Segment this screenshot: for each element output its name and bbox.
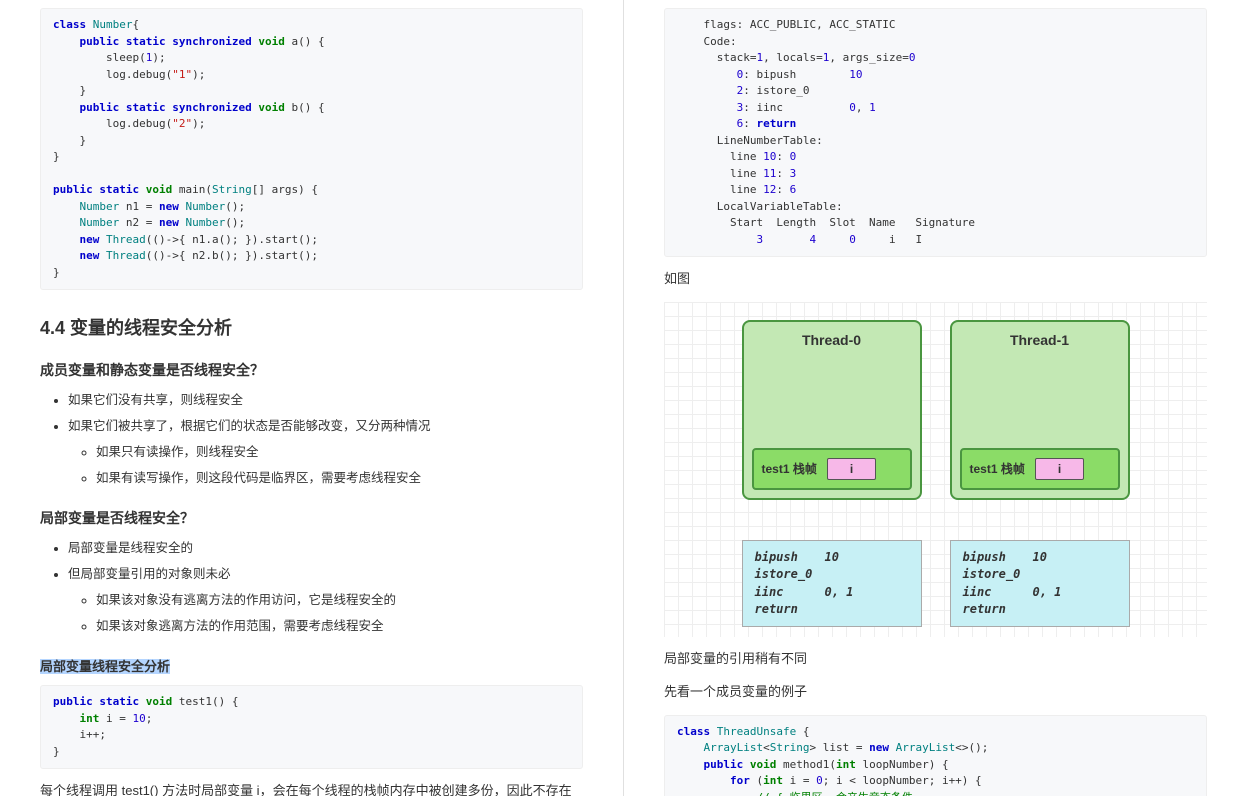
list-item: 如果有读写操作，则这段代码是临界区，需要考虑线程安全 [96, 468, 583, 488]
selected-text: 局部变量线程安全分析 [40, 659, 170, 674]
frame-label: test1 栈帧 [762, 460, 817, 477]
paragraph-ref-differ: 局部变量的引用稍有不同 [664, 649, 1207, 670]
paragraph-explain: 每个线程调用 test1() 方法时局部变量 i，会在每个线程的栈帧内存中被创建… [40, 781, 583, 796]
thread-box-1: Thread-1 test1 栈帧 i [950, 320, 1130, 500]
subheading-local-vars: 局部变量是否线程安全？ [40, 508, 583, 528]
thread-title: Thread-1 [952, 332, 1128, 348]
list-item: 但局部变量引用的对象则未必 如果该对象没有逃离方法的作用访问，它是线程安全的 如… [68, 564, 583, 636]
left-column: class Number{ public static synchronized… [0, 0, 623, 796]
subheading-member-vars: 成员变量和静态变量是否线程安全？ [40, 360, 583, 380]
list-item: 如果该对象逃离方法的作用范围，需要考虑线程安全 [96, 616, 583, 636]
bytecode-box-1: bipush10 istore_0 iinc0, 1 return [950, 540, 1130, 628]
list-local-vars: 局部变量是线程安全的 但局部变量引用的对象则未必 如果该对象没有逃离方法的作用访… [40, 538, 583, 636]
list-item: 局部变量是线程安全的 [68, 538, 583, 558]
frame-label: test1 栈帧 [970, 460, 1025, 477]
section-heading-4-4: 4.4 变量的线程安全分析 [40, 314, 583, 340]
bytecode-box-0: bipush10 istore_0 iinc0, 1 return [742, 540, 922, 628]
thread-diagram: Thread-0 test1 栈帧 i Thread-1 test1 栈帧 i … [664, 302, 1207, 638]
variable-slot: i [1035, 458, 1084, 480]
list-member-vars: 如果它们没有共享，则线程安全 如果它们被共享了，根据它们的状态是否能够改变，又分… [40, 390, 583, 488]
stack-frame: test1 栈帧 i [960, 448, 1120, 490]
subheading-analysis: 局部变量线程安全分析 [40, 656, 583, 675]
variable-slot: i [827, 458, 876, 480]
paragraph-example-intro: 先看一个成员变量的例子 [664, 682, 1207, 703]
right-column: flags: ACC_PUBLIC, ACC_STATIC Code: stac… [624, 0, 1247, 796]
code-block-threadunsafe: class ThreadUnsafe { ArrayList<String> l… [664, 715, 1207, 796]
list-item: 如果它们被共享了，根据它们的状态是否能够改变，又分两种情况 如果只有读操作，则线… [68, 416, 583, 488]
list-item: 如果该对象没有逃离方法的作用访问，它是线程安全的 [96, 590, 583, 610]
list-item: 如果它们没有共享，则线程安全 [68, 390, 583, 410]
code-block-bytecode: flags: ACC_PUBLIC, ACC_STATIC Code: stac… [664, 8, 1207, 257]
code-block-test1: public static void test1() { int i = 10;… [40, 685, 583, 769]
thread-title: Thread-0 [744, 332, 920, 348]
code-block-number-class: class Number{ public static synchronized… [40, 8, 583, 290]
paragraph-as-figure: 如图 [664, 269, 1207, 290]
thread-box-0: Thread-0 test1 栈帧 i [742, 320, 922, 500]
stack-frame: test1 栈帧 i [752, 448, 912, 490]
list-item: 如果只有读操作，则线程安全 [96, 442, 583, 462]
